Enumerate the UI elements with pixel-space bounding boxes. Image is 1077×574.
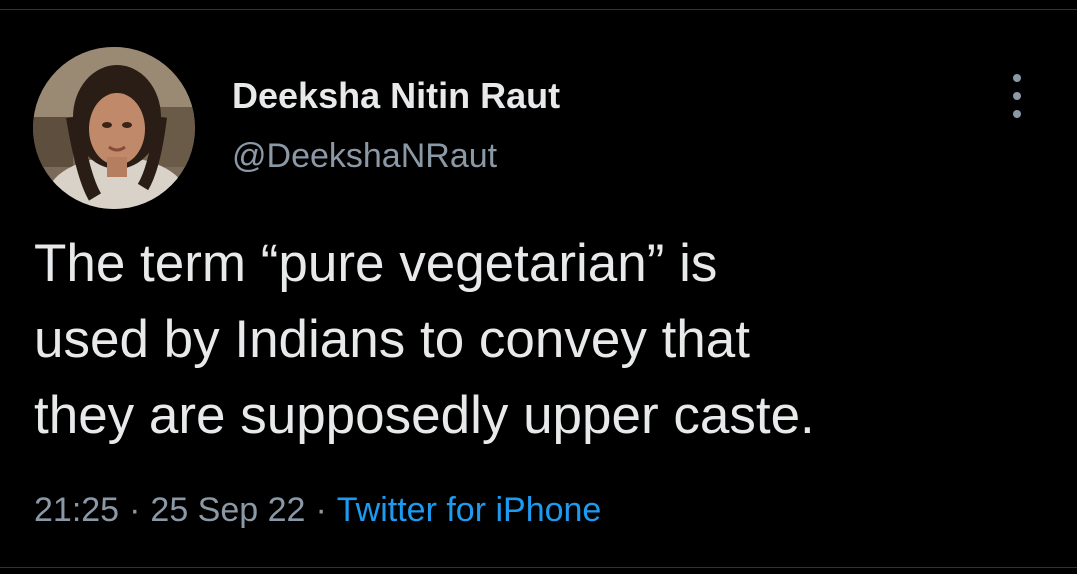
author-handle[interactable]: @DeekshaNRaut xyxy=(232,136,560,176)
top-divider xyxy=(0,9,1077,10)
more-vertical-icon-dot xyxy=(1013,92,1021,100)
more-vertical-icon-dot xyxy=(1013,110,1021,118)
more-options-button[interactable] xyxy=(1002,74,1032,118)
avatar[interactable] xyxy=(33,47,195,209)
tweet-meta: 21:25 · 25 Sep 22 · Twitter for iPhone xyxy=(34,488,601,532)
meta-separator: · xyxy=(315,491,327,529)
author-block[interactable]: Deeksha Nitin Raut @DeekshaNRaut xyxy=(232,74,560,176)
tweet-source-link[interactable]: Twitter for iPhone xyxy=(337,491,602,529)
tweet-text-line: used by Indians to convey that xyxy=(34,310,750,369)
tweet-time[interactable]: 21:25 xyxy=(34,491,119,529)
tweet-card: Deeksha Nitin Raut @DeekshaNRaut The ter… xyxy=(0,0,1077,574)
more-vertical-icon xyxy=(1013,74,1021,82)
bottom-divider xyxy=(0,567,1077,568)
avatar-image xyxy=(33,47,195,209)
tweet-date[interactable]: 25 Sep 22 xyxy=(150,491,305,529)
tweet-text: The term “pure vegetarian” is used by In… xyxy=(34,226,1044,454)
tweet-text-line: The term “pure vegetarian” is xyxy=(34,234,718,293)
meta-separator: · xyxy=(129,491,141,529)
tweet-text-line: they are supposedly upper caste. xyxy=(34,386,815,445)
author-display-name[interactable]: Deeksha Nitin Raut xyxy=(232,74,560,118)
